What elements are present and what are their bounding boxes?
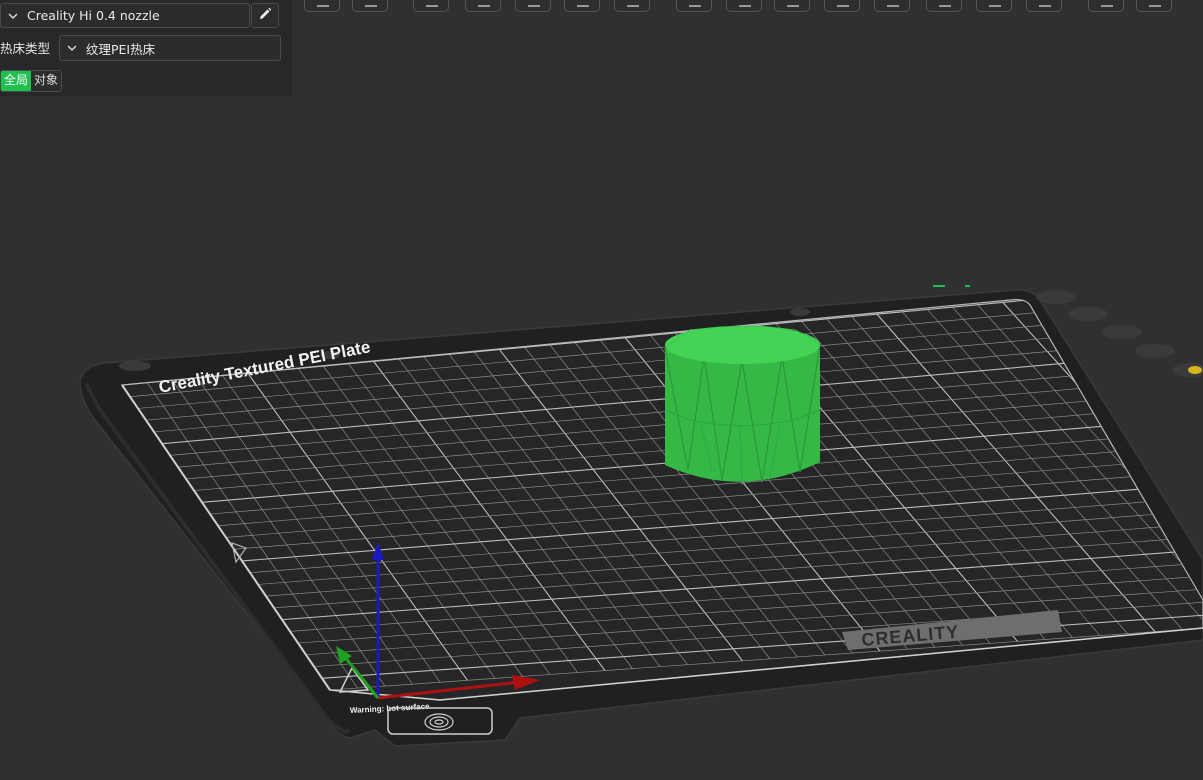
scope-object-button[interactable]: 对象	[31, 71, 62, 91]
toolbar-button-support[interactable]	[976, 0, 1012, 12]
toolbar-button-settings[interactable]	[726, 0, 762, 12]
scope-global-button[interactable]: 全局	[1, 71, 32, 91]
toolbar-button-view[interactable]	[304, 0, 340, 12]
toolbar-button-add[interactable]	[413, 0, 449, 12]
toolbar-button-scale[interactable]	[874, 0, 910, 12]
toolbar-button-split[interactable]	[676, 0, 712, 12]
bed-type-label: 热床类型	[0, 41, 51, 56]
chevron-down-icon	[64, 45, 80, 51]
chevron-down-icon	[5, 13, 21, 19]
printer-name: Creality Hi 0.4 nozzle	[27, 8, 160, 23]
model-cylinder[interactable]	[664, 325, 821, 486]
toolbar-button-layout[interactable]	[564, 0, 600, 12]
bed-type-select[interactable]: 纹理PEI热床	[59, 35, 281, 61]
toolbar-button-keyboard[interactable]	[352, 0, 388, 12]
pencil-icon	[258, 6, 272, 25]
top-toolbar	[296, 0, 1203, 14]
toolbar-button-move[interactable]	[774, 0, 810, 12]
toolbar-button-rotate[interactable]	[824, 0, 860, 12]
bed-type-value: 纹理PEI热床	[86, 41, 156, 57]
toolbar-button-auto-arrange[interactable]	[515, 0, 551, 12]
toolbar-button-measure[interactable]	[1088, 0, 1124, 12]
settings-panel: Creality Hi 0.4 nozzle 热床类型 纹理PEI热床 全局 对…	[0, 0, 292, 96]
viewport-3d[interactable]: Creality Textured PEI Plate CREALITY War…	[0, 0, 1203, 780]
edit-printer-button[interactable]	[251, 3, 279, 28]
toolbar-button-orient[interactable]	[465, 0, 501, 12]
toolbar-button-plate[interactable]	[614, 0, 650, 12]
build-plate[interactable]	[79, 289, 1203, 747]
scope-toggle: 全局 对象	[0, 70, 63, 92]
toolbar-button-seam[interactable]	[1026, 0, 1062, 12]
toolbar-button-cut[interactable]	[926, 0, 962, 12]
printer-select[interactable]: Creality Hi 0.4 nozzle	[0, 3, 250, 28]
toolbar-button-paint[interactable]	[1136, 0, 1172, 12]
